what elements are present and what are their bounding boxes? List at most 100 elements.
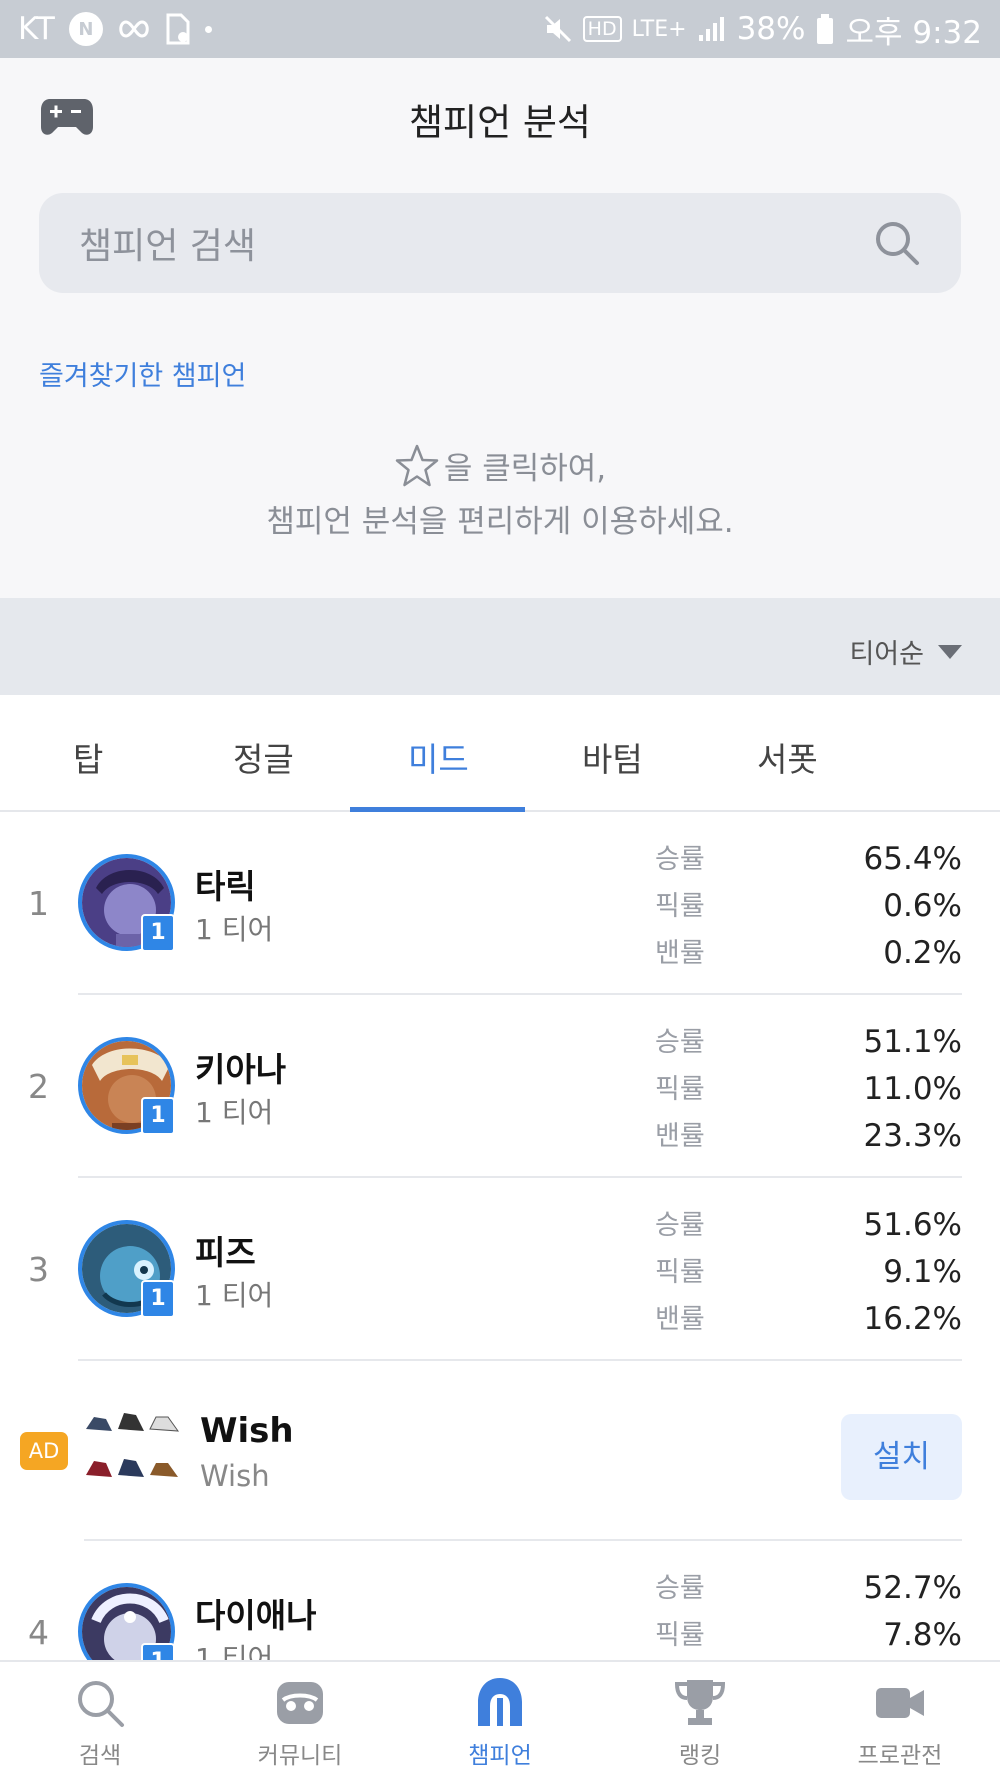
tab-jungle[interactable]: 정글 bbox=[233, 733, 294, 781]
ban-rate-label: 밴률 bbox=[655, 938, 705, 969]
champion-tier: 1 티어 bbox=[195, 1642, 274, 1660]
hd-voice-icon: HD bbox=[582, 16, 622, 42]
trophy-icon bbox=[674, 1680, 726, 1725]
top-section: 챔피언 검색 즐겨찾기한 챔피언 을 클릭하여, 챔피언 분석을 편리하게 이용… bbox=[0, 176, 1000, 598]
infinity-app-icon bbox=[117, 18, 151, 40]
pick-rate-label: 픽률 bbox=[655, 891, 705, 922]
nav-champion[interactable]: 챔피언 bbox=[400, 1662, 600, 1778]
champion-row[interactable]: 4 1 다이애나 1 티어 승률 픽률 52.7% 7.8% bbox=[0, 1541, 1000, 1660]
stat-labels: 승률 픽률 밴률 bbox=[655, 1202, 705, 1343]
ad-badge: AD bbox=[20, 1432, 68, 1470]
tier-badge: 1 bbox=[141, 1643, 175, 1660]
nav-label: 챔피언 bbox=[468, 1743, 532, 1769]
stat-values: 65.4% 0.6% 0.2% bbox=[864, 836, 962, 977]
page-title: 챔피언 분석 bbox=[409, 101, 591, 144]
champion-row[interactable]: 1 1 타릭 1 티어 승률 픽률 밴률 65.4% 0.6% 0.2% bbox=[0, 812, 1000, 995]
tier-badge: 1 bbox=[141, 1097, 175, 1135]
pick-rate-value: 11.0% bbox=[863, 1071, 962, 1107]
status-bar: KT N HD LTE+ 38% 오후 9:32 bbox=[0, 0, 1000, 58]
win-rate-label: 승률 bbox=[655, 1573, 705, 1604]
pick-rate-label: 픽률 bbox=[655, 1620, 705, 1651]
nav-label: 프로관전 bbox=[857, 1743, 943, 1769]
nav-ranking[interactable]: 랭킹 bbox=[600, 1662, 800, 1778]
network-type-label: LTE+ bbox=[631, 16, 687, 42]
sort-dropdown[interactable]: 티어순 bbox=[849, 632, 962, 671]
nav-label: 검색 bbox=[78, 1743, 122, 1769]
champion-search-input[interactable]: 챔피언 검색 bbox=[39, 193, 961, 293]
champion-name: 키아나 bbox=[195, 1050, 287, 1089]
ban-rate-label: 밴률 bbox=[655, 1304, 705, 1335]
stat-values: 52.7% 7.8% bbox=[864, 1565, 962, 1659]
ban-rate-value: 23.3% bbox=[863, 1118, 962, 1154]
nav-search[interactable]: 검색 bbox=[0, 1662, 200, 1778]
stat-labels: 승률 픽률 밴률 bbox=[655, 1019, 705, 1160]
champion-rank: 2 bbox=[28, 1067, 49, 1106]
bottom-navigation: 검색 커뮤니티 챔피언 랭킹 프로관전 bbox=[0, 1660, 1000, 1778]
tier-badge: 1 bbox=[141, 914, 175, 952]
search-placeholder: 챔피언 검색 bbox=[79, 226, 257, 267]
champion-rank: 1 bbox=[28, 884, 49, 923]
position-tabs: 탑 정글 미드 바텀 서폿 bbox=[0, 695, 1000, 812]
nav-label: 랭킹 bbox=[678, 1743, 722, 1769]
pick-rate-value: 7.8% bbox=[883, 1617, 962, 1653]
favorites-empty-message: 을 클릭하여, 챔피언 분석을 편리하게 이용하세요. bbox=[0, 443, 1000, 549]
pick-rate-value: 9.1% bbox=[883, 1254, 962, 1290]
sort-bar: 티어순 bbox=[0, 598, 1000, 695]
champion-tier: 1 티어 bbox=[195, 1096, 274, 1129]
ad-app-name: Wish bbox=[200, 1411, 294, 1451]
champion-row[interactable]: 2 1 키아나 1 티어 승률 픽률 밴률 51.1% 11.0% 23.3% bbox=[0, 995, 1000, 1178]
install-button[interactable]: 설치 bbox=[841, 1414, 962, 1500]
win-rate-label: 승률 bbox=[655, 1027, 705, 1058]
ad-shoes-image bbox=[86, 1413, 180, 1477]
favorites-message-line2: 챔피언 분석을 편리하게 이용하세요. bbox=[266, 504, 734, 540]
win-rate-value: 65.4% bbox=[863, 841, 962, 877]
dropdown-arrow-icon bbox=[938, 644, 962, 659]
stat-labels: 승률 픽률 밴률 bbox=[655, 836, 705, 977]
stat-values: 51.6% 9.1% 16.2% bbox=[864, 1202, 962, 1343]
champion-tier: 1 티어 bbox=[195, 1279, 274, 1312]
champion-name: 다이애나 bbox=[195, 1596, 317, 1635]
pick-rate-label: 픽률 bbox=[655, 1257, 705, 1288]
stat-values: 51.1% 11.0% 23.3% bbox=[864, 1019, 962, 1160]
video-camera-icon bbox=[876, 1688, 924, 1718]
stat-labels: 승률 픽률 bbox=[655, 1565, 705, 1659]
pick-rate-value: 0.6% bbox=[883, 888, 962, 924]
clock: 오후 9:32 bbox=[845, 14, 982, 51]
win-rate-label: 승률 bbox=[655, 1210, 705, 1241]
carrier-label: KT bbox=[18, 11, 55, 47]
champion-name: 피즈 bbox=[195, 1233, 256, 1272]
win-rate-value: 52.7% bbox=[863, 1570, 962, 1606]
community-icon bbox=[277, 1682, 323, 1724]
search-icon bbox=[78, 1681, 124, 1727]
ad-row[interactable]: AD Wish Wish 설치 bbox=[0, 1361, 1000, 1541]
sort-label: 티어순 bbox=[849, 639, 924, 670]
champion-tier: 1 티어 bbox=[195, 913, 274, 946]
tab-top[interactable]: 탑 bbox=[73, 733, 103, 781]
nav-label: 커뮤니티 bbox=[257, 1743, 343, 1769]
champion-rank: 4 bbox=[28, 1613, 49, 1652]
battery-icon bbox=[815, 13, 835, 45]
champion-rank: 3 bbox=[28, 1250, 49, 1289]
tab-mid[interactable]: 미드 bbox=[408, 733, 469, 781]
tab-bottom[interactable]: 바텀 bbox=[582, 733, 643, 781]
win-rate-value: 51.1% bbox=[863, 1024, 962, 1060]
tab-support[interactable]: 서폿 bbox=[757, 733, 818, 781]
ban-rate-value: 16.2% bbox=[863, 1301, 962, 1337]
nav-pro-match[interactable]: 프로관전 bbox=[800, 1662, 1000, 1778]
ad-app-subtitle: Wish bbox=[200, 1459, 270, 1493]
mute-icon bbox=[543, 14, 573, 44]
star-outline-icon bbox=[395, 444, 439, 487]
signal-icon bbox=[697, 15, 727, 43]
win-rate-label: 승률 bbox=[655, 844, 705, 875]
champion-name: 타릭 bbox=[195, 867, 256, 906]
favorites-label: 즐겨찾기한 챔피언 bbox=[39, 361, 247, 392]
nav-community[interactable]: 커뮤니티 bbox=[200, 1662, 400, 1778]
ban-rate-value: 0.2% bbox=[883, 935, 962, 971]
ban-rate-label: 밴률 bbox=[655, 1121, 705, 1152]
search-icon[interactable] bbox=[873, 219, 921, 267]
champion-row[interactable]: 3 1 피즈 1 티어 승률 픽률 밴률 51.6% 9.1% 16.2% bbox=[0, 1178, 1000, 1361]
file-sync-icon bbox=[165, 13, 191, 45]
tier-badge: 1 bbox=[141, 1280, 175, 1318]
notification-dot-icon bbox=[204, 25, 212, 33]
pick-rate-label: 픽률 bbox=[655, 1074, 705, 1105]
